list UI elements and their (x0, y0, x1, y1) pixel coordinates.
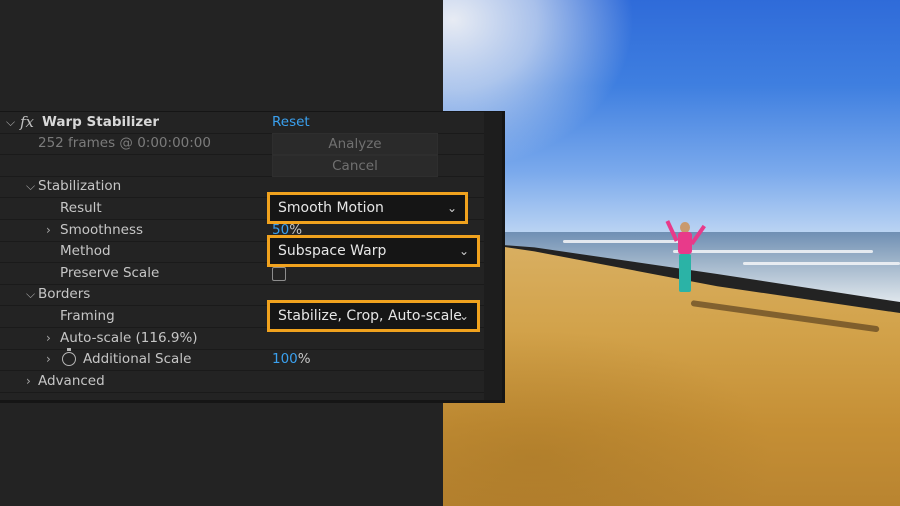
advanced-label: Advanced (38, 373, 105, 389)
method-dropdown-value: Subspace Warp (278, 243, 387, 259)
smoothness-label: Smoothness (60, 222, 144, 238)
autoscale-label: Auto-scale (116.9%) (60, 330, 198, 346)
additional-scale-row: › Additional Scale 100% (0, 348, 484, 371)
chevron-right-icon[interactable]: › (46, 220, 51, 241)
result-dropdown-value: Smooth Motion (278, 200, 384, 216)
fx-icon[interactable]: fx (20, 112, 34, 133)
additional-scale-label: Additional Scale (83, 351, 192, 367)
wave-foam (563, 240, 683, 243)
sky (443, 0, 900, 245)
chevron-right-icon[interactable]: › (46, 328, 51, 349)
additional-scale-value[interactable]: 100 (272, 351, 298, 367)
panel-scrollbar-track[interactable] (484, 112, 502, 400)
cancel-row: Cancel (0, 155, 484, 177)
effect-name: Warp Stabilizer (42, 114, 160, 130)
video-preview (443, 0, 900, 506)
wave-foam (743, 262, 900, 265)
analyze-row: 252 frames @ 0:00:00:00 Analyze (0, 133, 484, 155)
advanced-group[interactable]: › Advanced (0, 371, 484, 393)
chevron-down-icon[interactable]: ⌵ (26, 176, 35, 197)
framing-dropdown-value: Stabilize, Crop, Auto-scale (278, 308, 462, 324)
chevron-down-icon[interactable]: ⌵ (6, 112, 15, 133)
chevron-down-icon: ⌄ (458, 309, 469, 323)
stopwatch-icon[interactable] (62, 348, 76, 366)
result-dropdown[interactable]: Smooth Motion ⌄ (267, 192, 468, 224)
person (665, 220, 708, 305)
method-dropdown[interactable]: Subspace Warp ⌄ (267, 235, 480, 267)
analysis-status: 252 frames @ 0:00:00:00 (38, 135, 211, 151)
borders-label: Borders (38, 286, 91, 302)
preserve-scale-label: Preserve Scale (60, 265, 160, 281)
result-label: Result (60, 200, 102, 216)
chevron-right-icon[interactable]: › (26, 371, 31, 392)
additional-scale-unit: % (297, 351, 311, 367)
method-label: Method (60, 243, 111, 259)
chevron-down-icon: ⌄ (446, 201, 457, 215)
cancel-button[interactable]: Cancel (272, 155, 438, 177)
chevron-down-icon: ⌄ (458, 244, 469, 258)
additional-scale-value-group: 100% (272, 349, 311, 370)
framing-dropdown[interactable]: Stabilize, Crop, Auto-scale ⌄ (267, 300, 480, 332)
analyze-button[interactable]: Analyze (272, 133, 438, 155)
effect-header-row: ⌵ fx Warp Stabilizer Reset (0, 112, 484, 134)
framing-label: Framing (60, 308, 115, 324)
chevron-right-icon[interactable]: › (46, 349, 51, 370)
preserve-scale-checkbox[interactable] (272, 267, 286, 281)
reset-link[interactable]: Reset (272, 112, 310, 133)
stabilization-label: Stabilization (38, 178, 122, 194)
chevron-down-icon[interactable]: ⌵ (26, 284, 35, 305)
